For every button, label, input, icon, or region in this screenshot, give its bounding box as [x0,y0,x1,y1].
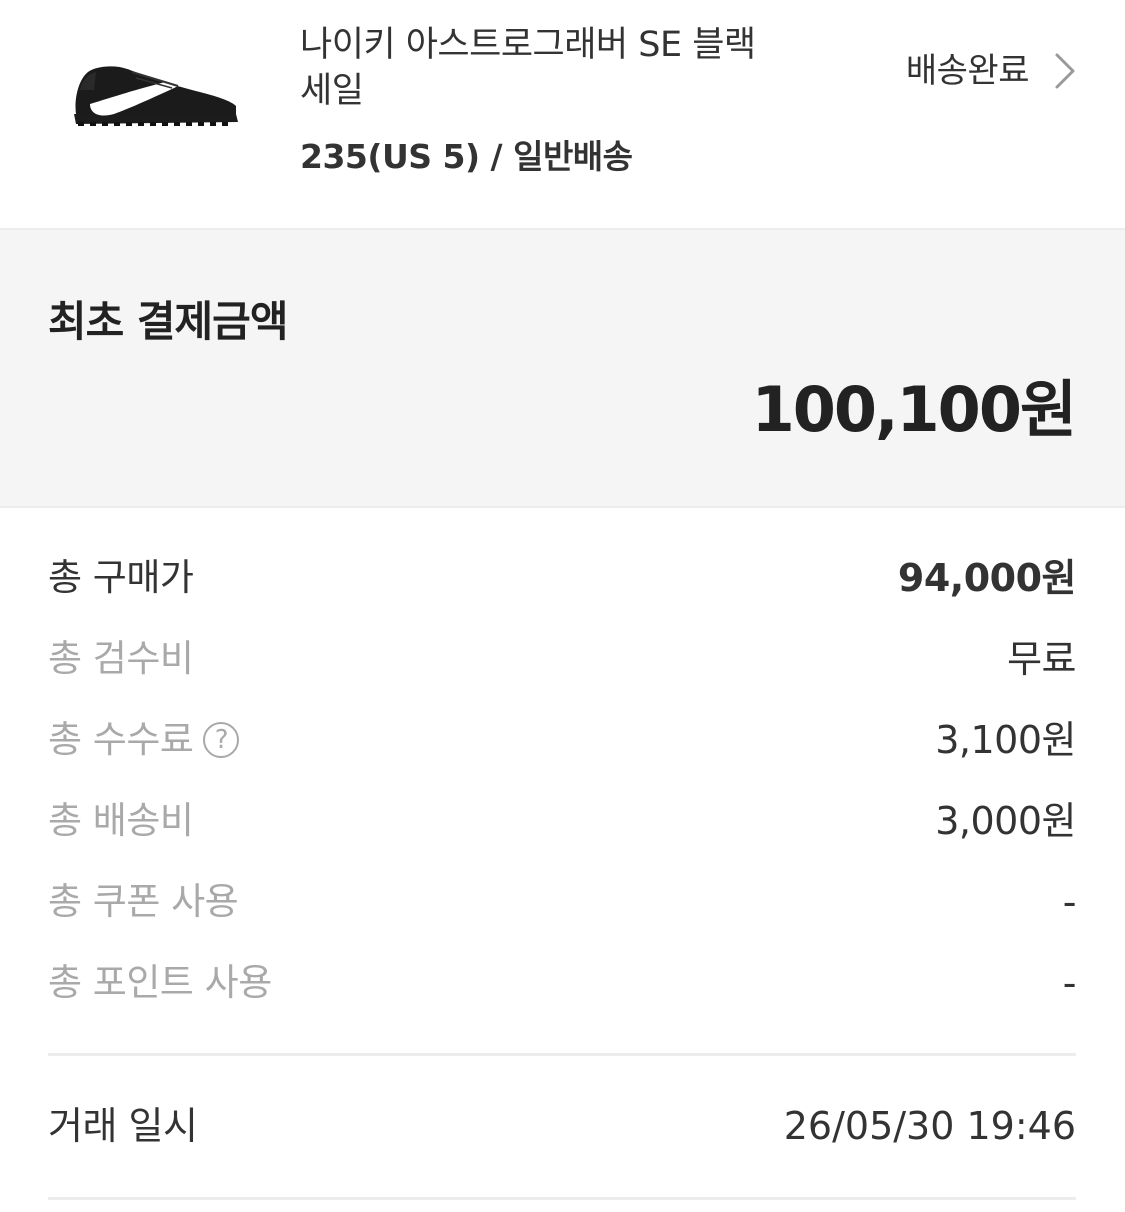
initial-payment-amount: 100,100원 [751,373,1077,446]
initial-payment-panel: 최초 결제금액 100,100원 [0,230,1125,506]
row-value: 94,000원 [897,556,1077,600]
row-label: 총 검수비 [48,637,194,680]
breakdown-row-total-price: 총 구매가 94,000원 [48,550,1077,631]
breakdown-row-coupon: 총 쿠폰 사용 - [48,874,1077,955]
price-breakdown: 총 구매가 94,000원 총 검수비 무료 총 수수료 ? 3,100원 총 … [48,550,1077,1036]
breakdown-row-shipping-fee: 총 배송비 3,000원 [48,793,1076,874]
trade-datetime-row: 거래 일시 26/05/30 19:46 [48,1098,1076,1154]
delivery-status: 배송완료 [905,51,1030,91]
row-value: - [1062,880,1077,924]
breakdown-row-commission: 총 수수료 ? 3,100원 [48,712,1076,793]
divider [0,506,1125,508]
product-name: 나이키 아스트로그래버 SE 블랙 세일 [300,25,756,111]
divider [48,1053,1076,1056]
product-summary: 나이키 아스트로그래버 SE 블랙 세일 235(US 5) / 일반배송 배송… [0,0,1125,228]
product-option: 235(US 5) / 일반배송 [300,137,633,176]
question-icon[interactable]: ? [203,722,240,758]
initial-payment-label: 최초 결제금액 [48,297,288,346]
chevron-right-icon [1055,53,1075,89]
divider [48,1197,1076,1200]
trade-datetime-label: 거래 일시 [48,1104,198,1148]
row-value: 3,100원 [935,718,1076,762]
row-value: 무료 [1007,637,1076,681]
breakdown-row-points: 총 포인트 사용 - [48,955,1077,1036]
row-label-wrap: 총 수수료 ? [48,712,240,768]
delivery-status-link[interactable]: 배송완료 [906,48,1079,94]
row-label: 총 포인트 사용 [48,961,272,1004]
row-label: 총 수수료 [48,718,194,761]
row-value: - [1062,961,1077,1005]
sneaker-image [74,66,238,126]
row-value: 3,000원 [935,799,1076,843]
row-label: 총 배송비 [48,799,194,842]
row-label: 총 쿠폰 사용 [48,880,239,923]
trade-datetime-value: 26/05/30 19:46 [783,1104,1076,1148]
row-label: 총 구매가 [48,556,194,599]
breakdown-row-inspection-fee: 총 검수비 무료 [48,631,1076,712]
